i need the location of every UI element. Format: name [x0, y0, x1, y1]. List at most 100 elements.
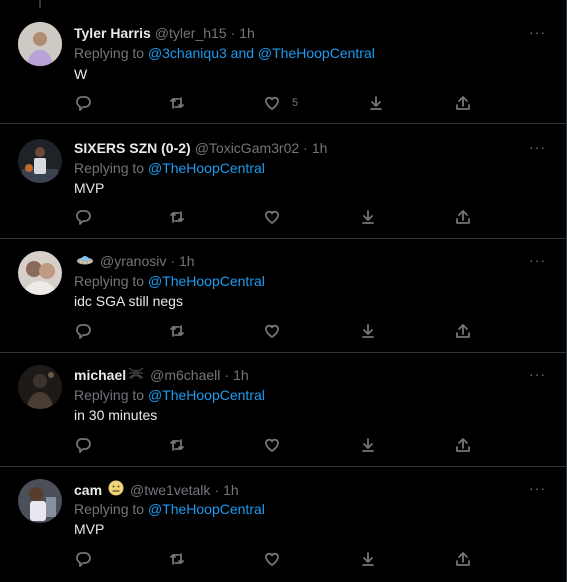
mention-link[interactable]: @3chaniqu3: [148, 45, 227, 61]
reply-button[interactable]: [75, 551, 91, 567]
spider-emoji-icon: [128, 366, 144, 384]
share-icon: [456, 210, 470, 224]
separator-dot: ·: [214, 482, 220, 498]
retweet-icon: [170, 553, 184, 565]
tweet-text: W: [74, 66, 88, 82]
share-button[interactable]: [455, 209, 471, 225]
separator-dot: ·: [230, 25, 236, 41]
reply-button[interactable]: [75, 437, 91, 453]
user-handle[interactable]: @m6chaell: [150, 366, 220, 384]
tweet[interactable]: SIXERS SZN (0-2) @ToxicGam3r02 · 1h ··· …: [0, 124, 566, 239]
like-button[interactable]: [264, 437, 280, 453]
tweet[interactable]: Tyler Harris @tyler_h15 · 1h ··· Replyin…: [0, 0, 566, 124]
tweet[interactable]: michael @m6chaell · 1h ··· Replying to @…: [0, 353, 566, 467]
replying-to: Replying to @TheHoopCentral: [74, 386, 265, 404]
reply-button[interactable]: [75, 323, 91, 339]
reply-icon: [76, 324, 91, 339]
mention-link[interactable]: @TheHoopCentral: [148, 273, 265, 289]
mention-link[interactable]: @TheHoopCentral: [258, 45, 375, 61]
download-button[interactable]: [360, 437, 376, 453]
neutral-face-emoji-icon: [108, 480, 124, 500]
tweet-header: cam @twe1vetalk · 1h: [74, 480, 239, 500]
replying-to: Replying to @3chaniqu3 and @TheHoopCentr…: [74, 44, 375, 62]
tweet-header: Tyler Harris @tyler_h15 · 1h: [74, 24, 255, 42]
like-button[interactable]: [264, 209, 280, 225]
reply-button[interactable]: [75, 95, 91, 111]
separator-dot: ·: [224, 367, 230, 383]
ufo-emoji-icon: [76, 252, 94, 270]
more-icon[interactable]: ···: [529, 139, 546, 155]
download-button[interactable]: [368, 95, 384, 111]
display-name[interactable]: SIXERS SZN (0-2): [74, 139, 191, 157]
replying-prefix: Replying to: [74, 501, 145, 517]
download-icon: [362, 324, 374, 338]
timestamp[interactable]: 1h: [223, 481, 239, 499]
download-button[interactable]: [360, 323, 376, 339]
like-icon: [265, 96, 279, 110]
display-name[interactable]: cam: [74, 481, 102, 499]
user-handle[interactable]: @tyler_h15: [155, 24, 227, 42]
share-button[interactable]: [455, 551, 471, 567]
retweet-button[interactable]: [169, 209, 185, 225]
share-button[interactable]: [455, 323, 471, 339]
tweet[interactable]: @yranosiv · 1h ··· Replying to @TheHoopC…: [0, 239, 566, 353]
replying-prefix: Replying to: [74, 273, 145, 289]
timestamp[interactable]: 1h: [233, 366, 249, 384]
retweet-button[interactable]: [169, 551, 185, 567]
like-icon: [265, 210, 279, 224]
timestamp[interactable]: 1h: [179, 252, 195, 270]
share-icon: [456, 96, 470, 110]
timestamp[interactable]: 1h: [312, 139, 328, 157]
replying-prefix: Replying to: [74, 160, 145, 176]
avatar[interactable]: [18, 22, 62, 66]
avatar[interactable]: [18, 251, 62, 295]
retweet-icon: [170, 97, 184, 109]
share-icon: [456, 552, 470, 566]
like-button[interactable]: [264, 551, 280, 567]
more-icon[interactable]: ···: [529, 24, 546, 40]
share-icon: [456, 438, 470, 452]
avatar[interactable]: [18, 365, 62, 409]
tweet-text: MVP: [74, 180, 105, 196]
retweet-button[interactable]: [169, 323, 185, 339]
mention-link[interactable]: @TheHoopCentral: [148, 160, 265, 176]
mention-link[interactable]: @TheHoopCentral: [148, 387, 265, 403]
download-icon: [362, 210, 374, 224]
tweet-text: in 30 minutes: [74, 407, 158, 423]
tweet[interactable]: cam @twe1vetalk · 1h ··· Replying to @Th…: [0, 467, 566, 582]
mention-link[interactable]: @TheHoopCentral: [148, 501, 265, 517]
avatar[interactable]: [18, 479, 62, 523]
avatar[interactable]: [18, 139, 62, 183]
more-icon[interactable]: ···: [529, 480, 546, 496]
replying-prefix: Replying to: [74, 387, 145, 403]
timestamp[interactable]: 1h: [239, 24, 255, 42]
replying-joiner: and: [230, 45, 255, 61]
like-button[interactable]: 5: [264, 95, 298, 111]
share-button[interactable]: [455, 437, 471, 453]
user-handle[interactable]: @twe1vetalk: [130, 481, 210, 499]
download-button[interactable]: [360, 551, 376, 567]
replying-prefix: Replying to: [74, 45, 145, 61]
more-icon[interactable]: ···: [529, 252, 546, 268]
reply-icon: [76, 552, 91, 567]
separator-dot: ·: [303, 140, 308, 156]
like-button[interactable]: [264, 323, 280, 339]
tweet-text: MVP: [74, 521, 105, 537]
retweet-button[interactable]: [169, 437, 185, 453]
display-name[interactable]: michael: [74, 366, 126, 384]
tweet-header: SIXERS SZN (0-2) @ToxicGam3r02 · 1h: [74, 139, 327, 157]
user-handle[interactable]: @yranosiv: [100, 252, 166, 270]
reply-icon: [76, 210, 91, 225]
retweet-icon: [170, 439, 184, 451]
reply-button[interactable]: [75, 209, 91, 225]
display-name[interactable]: Tyler Harris: [74, 24, 151, 42]
reply-icon: [76, 438, 91, 453]
download-icon: [362, 552, 374, 566]
share-button[interactable]: [455, 95, 471, 111]
user-handle[interactable]: @ToxicGam3r02: [195, 139, 299, 157]
replying-to: Replying to @TheHoopCentral: [74, 159, 265, 177]
download-icon: [362, 438, 374, 452]
download-button[interactable]: [360, 209, 376, 225]
retweet-button[interactable]: [169, 95, 185, 111]
more-icon[interactable]: ···: [529, 366, 546, 382]
